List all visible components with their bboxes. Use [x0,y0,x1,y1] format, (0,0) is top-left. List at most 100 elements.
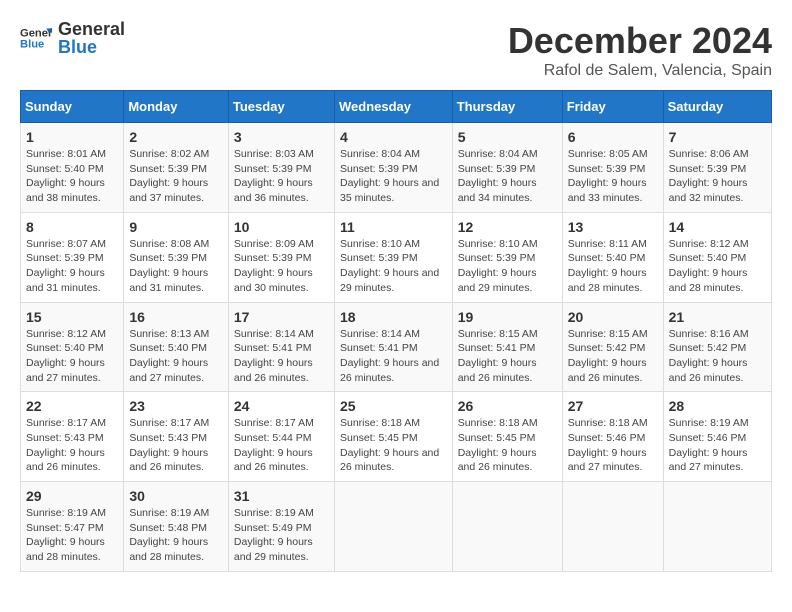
day-info: Sunrise: 8:19 AM Sunset: 5:46 PM Dayligh… [669,416,766,475]
day-info: Sunrise: 8:15 AM Sunset: 5:41 PM Dayligh… [458,327,557,386]
day-header-saturday: Saturday [663,91,771,123]
day-info: Sunrise: 8:17 AM Sunset: 5:44 PM Dayligh… [234,416,329,475]
logo-icon: General Blue [20,22,52,54]
day-number: 8 [26,219,118,235]
calendar-cell [663,482,771,572]
calendar-cell [334,482,452,572]
calendar-cell: 27 Sunrise: 8:18 AM Sunset: 5:46 PM Dayl… [562,392,663,482]
calendar-cell: 2 Sunrise: 8:02 AM Sunset: 5:39 PM Dayli… [124,123,229,213]
calendar-cell: 13 Sunrise: 8:11 AM Sunset: 5:40 PM Dayl… [562,212,663,302]
day-info: Sunrise: 8:08 AM Sunset: 5:39 PM Dayligh… [129,237,223,296]
day-number: 14 [669,219,766,235]
day-number: 10 [234,219,329,235]
day-number: 25 [340,398,447,414]
calendar-week-5: 29 Sunrise: 8:19 AM Sunset: 5:47 PM Dayl… [21,482,772,572]
calendar-cell: 9 Sunrise: 8:08 AM Sunset: 5:39 PM Dayli… [124,212,229,302]
day-header-monday: Monday [124,91,229,123]
calendar-week-1: 1 Sunrise: 8:01 AM Sunset: 5:40 PM Dayli… [21,123,772,213]
calendar-cell: 1 Sunrise: 8:01 AM Sunset: 5:40 PM Dayli… [21,123,124,213]
day-header-sunday: Sunday [21,91,124,123]
calendar-cell: 15 Sunrise: 8:12 AM Sunset: 5:40 PM Dayl… [21,302,124,392]
day-number: 3 [234,129,329,145]
day-info: Sunrise: 8:02 AM Sunset: 5:39 PM Dayligh… [129,147,223,206]
logo: General Blue General Blue [20,20,125,56]
day-number: 24 [234,398,329,414]
calendar-cell: 6 Sunrise: 8:05 AM Sunset: 5:39 PM Dayli… [562,123,663,213]
calendar-cell: 12 Sunrise: 8:10 AM Sunset: 5:39 PM Dayl… [452,212,562,302]
day-info: Sunrise: 8:18 AM Sunset: 5:45 PM Dayligh… [458,416,557,475]
calendar-cell: 22 Sunrise: 8:17 AM Sunset: 5:43 PM Dayl… [21,392,124,482]
day-header-thursday: Thursday [452,91,562,123]
calendar-header-row: SundayMondayTuesdayWednesdayThursdayFrid… [21,91,772,123]
subtitle: Rafol de Salem, Valencia, Spain [508,62,772,80]
day-info: Sunrise: 8:14 AM Sunset: 5:41 PM Dayligh… [340,327,447,386]
calendar-cell: 30 Sunrise: 8:19 AM Sunset: 5:48 PM Dayl… [124,482,229,572]
calendar-week-3: 15 Sunrise: 8:12 AM Sunset: 5:40 PM Dayl… [21,302,772,392]
day-info: Sunrise: 8:10 AM Sunset: 5:39 PM Dayligh… [458,237,557,296]
calendar-cell: 16 Sunrise: 8:13 AM Sunset: 5:40 PM Dayl… [124,302,229,392]
day-info: Sunrise: 8:03 AM Sunset: 5:39 PM Dayligh… [234,147,329,206]
day-info: Sunrise: 8:11 AM Sunset: 5:40 PM Dayligh… [568,237,658,296]
day-info: Sunrise: 8:05 AM Sunset: 5:39 PM Dayligh… [568,147,658,206]
calendar-cell: 25 Sunrise: 8:18 AM Sunset: 5:45 PM Dayl… [334,392,452,482]
calendar-cell [562,482,663,572]
day-number: 4 [340,129,447,145]
day-info: Sunrise: 8:18 AM Sunset: 5:45 PM Dayligh… [340,416,447,475]
day-info: Sunrise: 8:06 AM Sunset: 5:39 PM Dayligh… [669,147,766,206]
day-number: 5 [458,129,557,145]
day-number: 12 [458,219,557,235]
calendar-cell: 14 Sunrise: 8:12 AM Sunset: 5:40 PM Dayl… [663,212,771,302]
day-info: Sunrise: 8:17 AM Sunset: 5:43 PM Dayligh… [129,416,223,475]
title-block: December 2024 Rafol de Salem, Valencia, … [508,20,772,80]
day-number: 16 [129,309,223,325]
day-info: Sunrise: 8:04 AM Sunset: 5:39 PM Dayligh… [458,147,557,206]
calendar-cell: 23 Sunrise: 8:17 AM Sunset: 5:43 PM Dayl… [124,392,229,482]
calendar-cell: 28 Sunrise: 8:19 AM Sunset: 5:46 PM Dayl… [663,392,771,482]
calendar-cell: 19 Sunrise: 8:15 AM Sunset: 5:41 PM Dayl… [452,302,562,392]
day-number: 7 [669,129,766,145]
day-info: Sunrise: 8:10 AM Sunset: 5:39 PM Dayligh… [340,237,447,296]
day-info: Sunrise: 8:12 AM Sunset: 5:40 PM Dayligh… [669,237,766,296]
day-number: 11 [340,219,447,235]
calendar-cell: 29 Sunrise: 8:19 AM Sunset: 5:47 PM Dayl… [21,482,124,572]
calendar-table: SundayMondayTuesdayWednesdayThursdayFrid… [20,90,772,572]
day-header-friday: Friday [562,91,663,123]
calendar-cell: 17 Sunrise: 8:14 AM Sunset: 5:41 PM Dayl… [228,302,334,392]
calendar-cell: 18 Sunrise: 8:14 AM Sunset: 5:41 PM Dayl… [334,302,452,392]
day-number: 1 [26,129,118,145]
day-number: 29 [26,488,118,504]
day-number: 9 [129,219,223,235]
calendar-cell: 26 Sunrise: 8:18 AM Sunset: 5:45 PM Dayl… [452,392,562,482]
svg-text:Blue: Blue [20,39,44,51]
main-title: December 2024 [508,20,772,62]
calendar-body: 1 Sunrise: 8:01 AM Sunset: 5:40 PM Dayli… [21,123,772,572]
day-number: 23 [129,398,223,414]
day-number: 17 [234,309,329,325]
calendar-cell: 3 Sunrise: 8:03 AM Sunset: 5:39 PM Dayli… [228,123,334,213]
day-number: 6 [568,129,658,145]
day-number: 13 [568,219,658,235]
day-info: Sunrise: 8:01 AM Sunset: 5:40 PM Dayligh… [26,147,118,206]
calendar-cell: 5 Sunrise: 8:04 AM Sunset: 5:39 PM Dayli… [452,123,562,213]
day-number: 26 [458,398,557,414]
day-number: 2 [129,129,223,145]
page-header: General Blue General Blue December 2024 … [20,20,772,80]
day-number: 15 [26,309,118,325]
calendar-cell: 24 Sunrise: 8:17 AM Sunset: 5:44 PM Dayl… [228,392,334,482]
calendar-cell: 20 Sunrise: 8:15 AM Sunset: 5:42 PM Dayl… [562,302,663,392]
calendar-cell: 31 Sunrise: 8:19 AM Sunset: 5:49 PM Dayl… [228,482,334,572]
day-number: 20 [568,309,658,325]
day-info: Sunrise: 8:15 AM Sunset: 5:42 PM Dayligh… [568,327,658,386]
calendar-cell: 11 Sunrise: 8:10 AM Sunset: 5:39 PM Dayl… [334,212,452,302]
day-number: 31 [234,488,329,504]
day-info: Sunrise: 8:19 AM Sunset: 5:49 PM Dayligh… [234,506,329,565]
day-info: Sunrise: 8:18 AM Sunset: 5:46 PM Dayligh… [568,416,658,475]
day-info: Sunrise: 8:19 AM Sunset: 5:47 PM Dayligh… [26,506,118,565]
day-info: Sunrise: 8:07 AM Sunset: 5:39 PM Dayligh… [26,237,118,296]
day-info: Sunrise: 8:14 AM Sunset: 5:41 PM Dayligh… [234,327,329,386]
day-info: Sunrise: 8:09 AM Sunset: 5:39 PM Dayligh… [234,237,329,296]
day-number: 28 [669,398,766,414]
day-number: 21 [669,309,766,325]
calendar-week-2: 8 Sunrise: 8:07 AM Sunset: 5:39 PM Dayli… [21,212,772,302]
day-header-tuesday: Tuesday [228,91,334,123]
